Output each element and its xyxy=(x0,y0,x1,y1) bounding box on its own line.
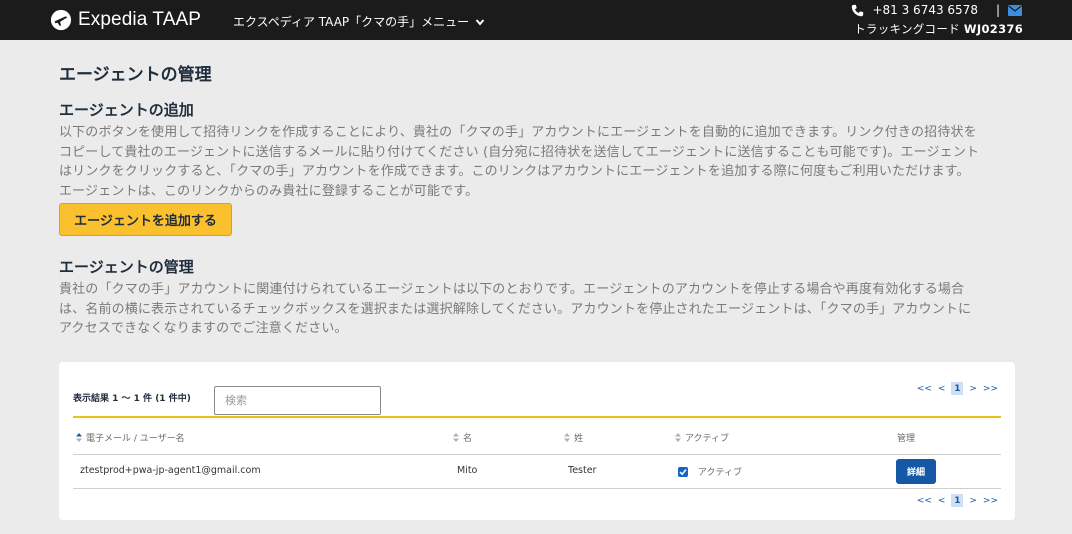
sort-icon xyxy=(675,433,681,442)
cell-email: ztestprod+pwa-jp-agent1@gmail.com xyxy=(80,465,261,476)
column-label: 名 xyxy=(463,434,473,444)
details-button[interactable]: 詳細 xyxy=(896,459,936,484)
logo-text: Expedia TAAP xyxy=(78,9,202,30)
column-header-last-name[interactable]: 姓 xyxy=(564,431,583,444)
column-label: 電子メール / ユーザー名 xyxy=(86,434,185,444)
contact-row: +81 3 6743 6578 | xyxy=(851,3,1022,17)
checkmark-icon xyxy=(679,469,687,476)
column-header-manage: 管理 xyxy=(897,431,915,444)
results-count: 表示結果 1 ～ 1 件 (1 件中) xyxy=(73,394,191,404)
page-next-link[interactable]: > xyxy=(969,496,977,506)
tracking-label: トラッキングコード xyxy=(854,22,960,36)
search-input[interactable] xyxy=(214,386,381,415)
description-line: アクセスできなくなりますのでご注意ください。 xyxy=(59,321,348,336)
manage-agents-heading: エージェントの管理 xyxy=(59,258,194,276)
tracking-code-value: WJ02376 xyxy=(963,22,1023,36)
cell-first-name: Mito xyxy=(457,465,478,476)
page-last-link[interactable]: >> xyxy=(983,496,998,506)
table-top-divider xyxy=(73,416,1001,418)
agents-table-card: 表示結果 1 ～ 1 件 (1 件中) << < 1 > >> 電子メール / … xyxy=(59,362,1015,520)
page-last-link[interactable]: >> xyxy=(983,384,998,394)
expedia-logo[interactable]: Expedia TAAP xyxy=(50,9,201,31)
sort-icon xyxy=(76,433,82,442)
manage-agents-section: エージェントの管理 貴社の「クマの手」アカウントに関連付けられているエージェント… xyxy=(59,256,1015,339)
tracking-code: トラッキングコード WJ02376 xyxy=(854,21,1023,37)
description-line: 貴社の「クマの手」アカウントに関連付けられているエージェントは以下のとおりです。… xyxy=(59,282,965,297)
page-current[interactable]: 1 xyxy=(951,494,964,507)
page-first-link[interactable]: << xyxy=(917,384,932,394)
page-prev-link[interactable]: < xyxy=(938,384,946,394)
add-agent-description: 以下のボタンを使用して招待リンクを作成することにより、貴社の「クマの手」アカウン… xyxy=(59,123,1015,201)
add-agent-heading: エージェントの追加 xyxy=(59,101,194,119)
phone-icon xyxy=(852,4,864,16)
add-agent-section: エージェントの管理 エージェントの追加 以下のボタンを使用して招待リンクを作成す… xyxy=(59,60,1015,201)
separator: | xyxy=(995,3,1000,17)
description-line: 以下のボタンを使用して招待リンクを作成することにより、貴社の「クマの手」アカウン… xyxy=(59,125,977,140)
top-bar: Expedia TAAP エクスペディア TAAP「クマの手」メニュー +81 … xyxy=(0,0,1072,40)
menu-label: エクスペディア TAAP「クマの手」メニュー xyxy=(233,15,470,29)
row-divider xyxy=(73,488,1001,489)
chevron-down-icon xyxy=(475,18,485,26)
header-divider xyxy=(73,454,1001,455)
page-title: エージェントの管理 xyxy=(59,65,212,85)
column-label: 姓 xyxy=(574,434,584,444)
sort-icon xyxy=(453,433,459,442)
page-current[interactable]: 1 xyxy=(951,382,964,395)
active-label: アクティブ xyxy=(698,468,743,478)
column-header-first-name[interactable]: 名 xyxy=(453,431,472,444)
sort-icon xyxy=(564,433,570,442)
active-checkbox[interactable] xyxy=(678,467,688,477)
description-line: はリンクをクリックすると、「クマの手」アカウントを作成できます。このリンクはアカ… xyxy=(59,164,970,179)
page-prev-link[interactable]: < xyxy=(938,496,946,506)
description-line: エージェントは、このリンクからのみ貴社に登録することが可能です。 xyxy=(59,183,479,199)
manage-agents-description: 貴社の「クマの手」アカウントに関連付けられているエージェントは以下のとおりです。… xyxy=(59,280,1015,339)
add-agent-button[interactable]: エージェントを追加する xyxy=(59,203,232,236)
page-first-link[interactable]: << xyxy=(917,496,932,506)
description-line: は、名前の横に表示されているチェックボックスを選択または選択解除してください。ア… xyxy=(59,301,972,317)
plane-logo-icon xyxy=(50,9,72,31)
column-label: 管理 xyxy=(897,434,916,444)
pagination-top: << < 1 > >> xyxy=(917,382,998,395)
cell-last-name: Tester xyxy=(568,465,597,476)
description-line: コピーして貴社のエージェントに送信するメールに貼り付けてください (自分宛に招待… xyxy=(59,144,980,160)
column-header-active[interactable]: アクティブ xyxy=(675,431,729,444)
main-menu-dropdown[interactable]: エクスペディア TAAP「クマの手」メニュー xyxy=(233,13,485,30)
column-label: アクティブ xyxy=(685,434,730,444)
phone-number[interactable]: +81 3 6743 6578 xyxy=(872,3,977,17)
mail-icon[interactable] xyxy=(1008,4,1022,16)
column-header-email[interactable]: 電子メール / ユーザー名 xyxy=(76,431,185,444)
page-next-link[interactable]: > xyxy=(969,384,977,394)
pagination-bottom: << < 1 > >> xyxy=(917,494,998,507)
